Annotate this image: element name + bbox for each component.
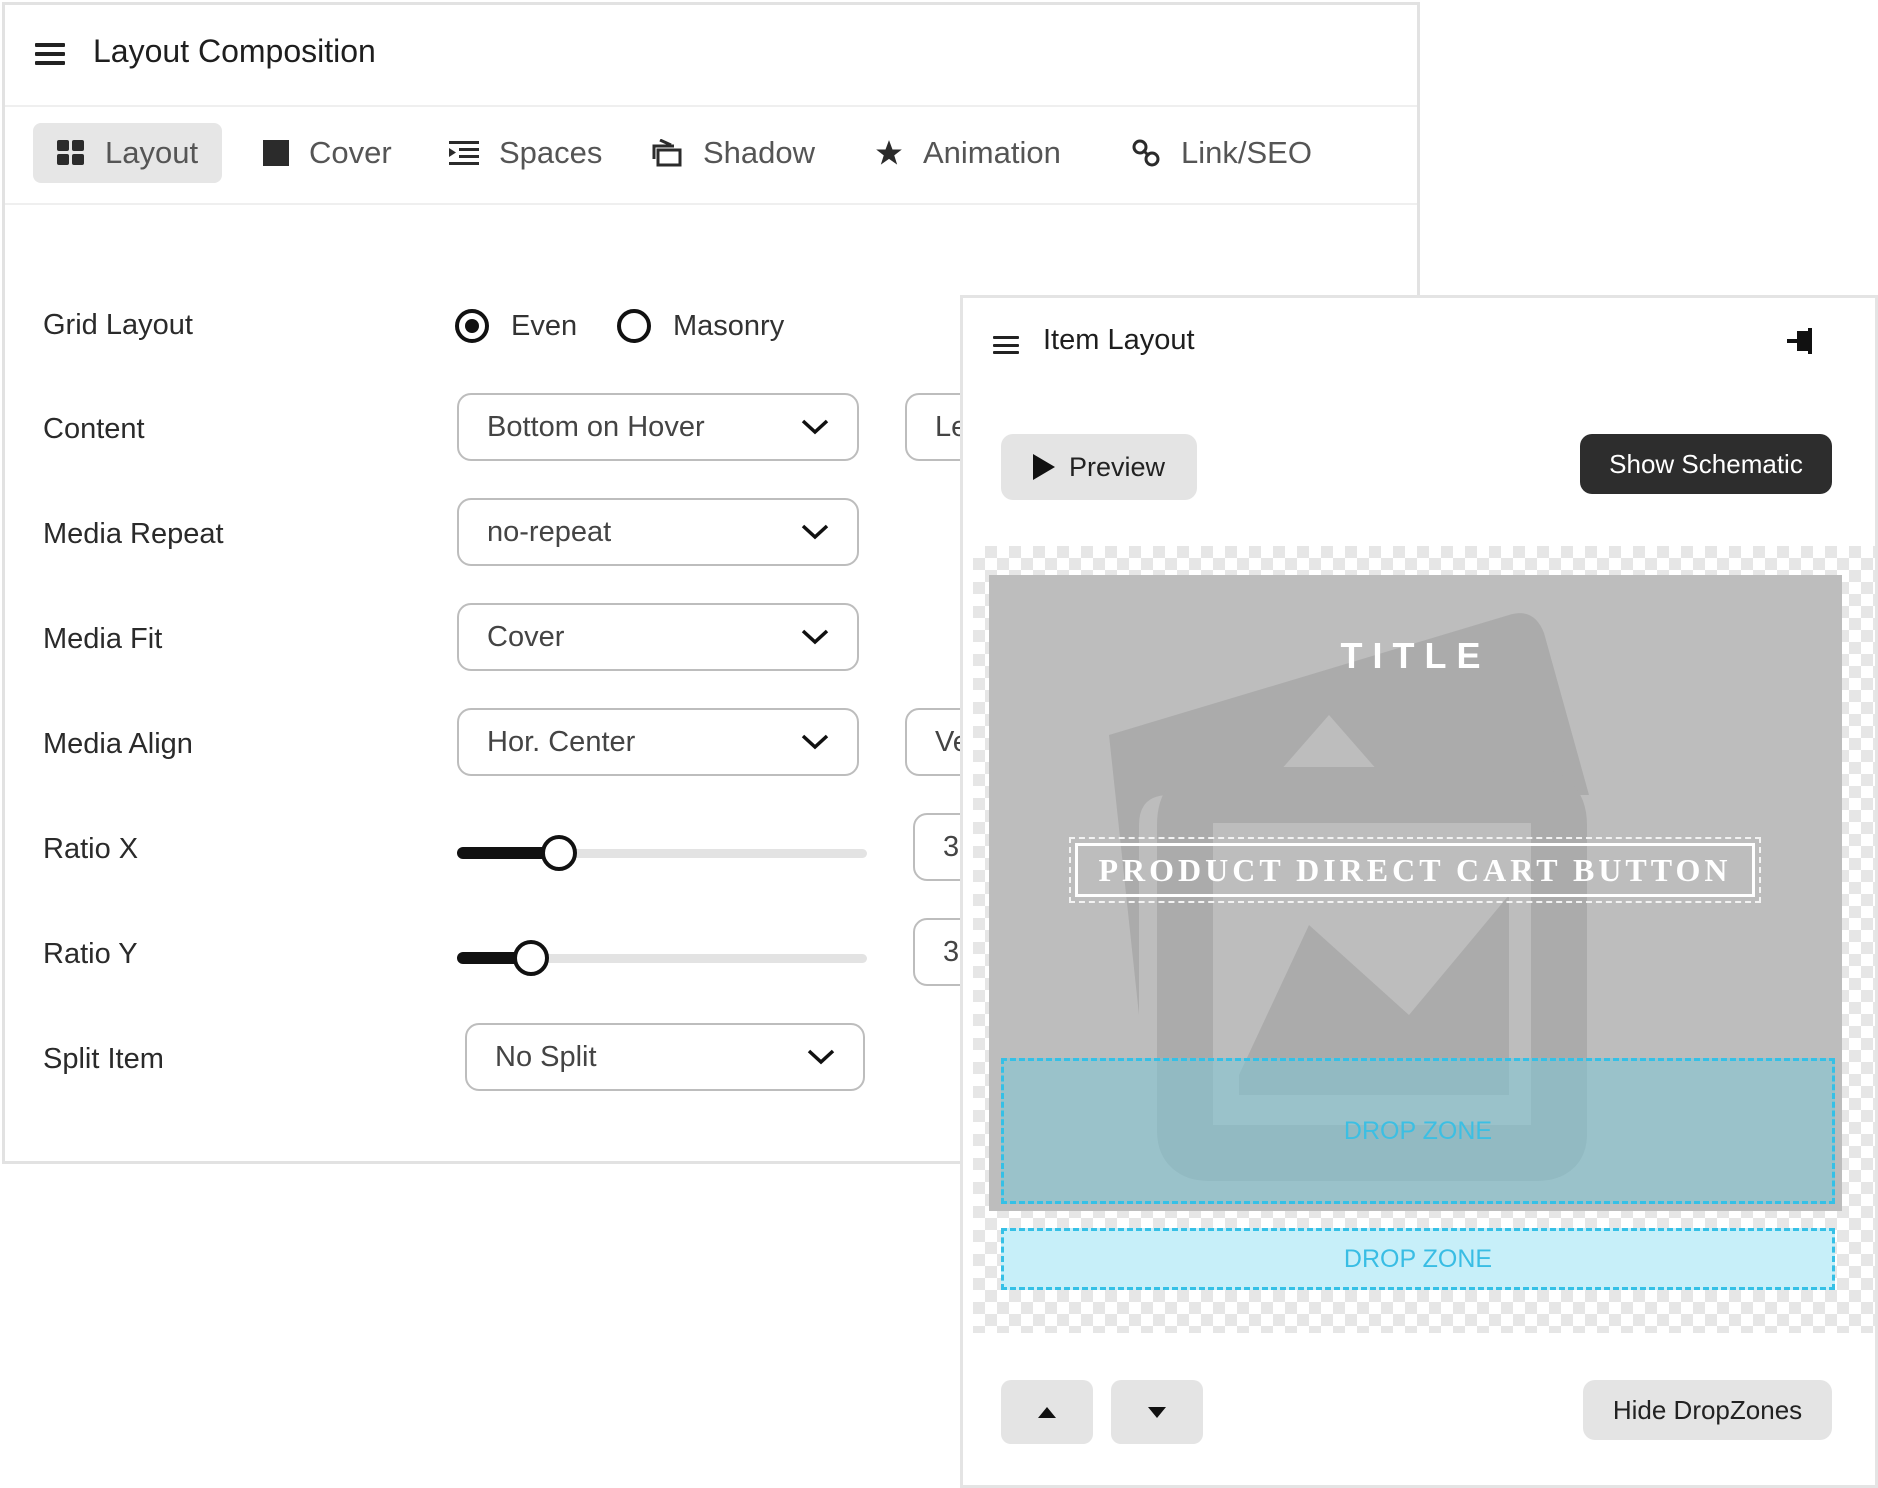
tab-spaces[interactable]: Spaces xyxy=(449,123,602,183)
radio-indicator xyxy=(617,309,651,343)
tab-label: Layout xyxy=(105,135,199,170)
select-value: no-repeat xyxy=(487,515,612,548)
slider-handle[interactable] xyxy=(513,940,549,976)
cart-button-text: PRODUCT DIRECT CART BUTTON xyxy=(1075,843,1755,897)
panel-header: Layout Composition xyxy=(5,5,1417,107)
tab-bar: Layout Cover Spaces Shadow Animation Lin… xyxy=(5,107,1417,205)
ratio-y-slider[interactable] xyxy=(457,940,867,976)
media-align-select[interactable]: Hor. Center xyxy=(457,708,859,776)
input-value: 3 xyxy=(943,831,960,863)
menu-icon[interactable] xyxy=(993,336,1019,354)
radio-indicator xyxy=(455,309,489,343)
chevron-down-icon xyxy=(807,1049,835,1065)
select-value: No Split xyxy=(495,1040,597,1073)
radio-label: Masonry xyxy=(673,309,785,342)
title-element[interactable]: TITLE xyxy=(989,635,1842,677)
show-schematic-button[interactable]: Show Schematic xyxy=(1580,434,1832,494)
indent-list-icon xyxy=(449,141,479,165)
item-layout-panel: Item Layout Preview Show Schematic TITLE… xyxy=(960,295,1878,1488)
move-down-button[interactable] xyxy=(1111,1380,1203,1444)
hide-dropzones-button[interactable]: Hide DropZones xyxy=(1583,1380,1832,1440)
media-fit-label: Media Fit xyxy=(43,623,163,655)
slider-handle[interactable] xyxy=(541,835,577,871)
drop-zone-inner[interactable]: DROP ZONE xyxy=(1001,1058,1835,1204)
input-value: 3 xyxy=(943,936,960,968)
tab-label: Spaces xyxy=(499,135,603,170)
play-icon xyxy=(1032,454,1055,480)
star-icon xyxy=(876,140,902,165)
ratio-y-label: Ratio Y xyxy=(43,938,138,970)
select-value: Cover xyxy=(487,620,565,653)
media-fit-select[interactable]: Cover xyxy=(457,603,859,671)
tab-label: Shadow xyxy=(703,135,816,170)
media-repeat-label: Media Repeat xyxy=(43,518,224,550)
chevron-down-icon xyxy=(801,734,829,750)
square-icon xyxy=(263,140,289,166)
content-select[interactable]: Bottom on Hover xyxy=(457,393,859,461)
media-repeat-select[interactable]: no-repeat xyxy=(457,498,859,566)
pin-icon[interactable] xyxy=(1787,328,1817,354)
link-icon xyxy=(1132,139,1160,167)
tab-link-seo[interactable]: Link/SEO xyxy=(1131,123,1312,183)
tab-label: Animation xyxy=(923,135,1061,170)
tab-label: Cover xyxy=(309,135,392,170)
grid-layout-label: Grid Layout xyxy=(43,309,193,341)
panel-title: Layout Composition xyxy=(93,33,376,69)
split-item-select[interactable]: No Split xyxy=(465,1023,865,1091)
product-cart-button-element[interactable]: PRODUCT DIRECT CART BUTTON xyxy=(1069,837,1761,903)
caret-up-icon xyxy=(1038,1406,1056,1418)
preview-label: Preview xyxy=(1068,451,1166,482)
grid-icon xyxy=(57,140,84,165)
select-value: Bottom on Hover xyxy=(487,410,705,443)
preview-button[interactable]: Preview xyxy=(1001,434,1197,500)
panel-title: Item Layout xyxy=(1043,324,1195,356)
tab-shadow[interactable]: Shadow xyxy=(651,123,815,183)
radio-masonry[interactable]: Masonry xyxy=(617,309,784,343)
content-label: Content xyxy=(43,413,145,445)
tab-label: Link/SEO xyxy=(1181,135,1312,170)
radio-even[interactable]: Even xyxy=(455,309,577,343)
tab-cover[interactable]: Cover xyxy=(263,123,392,183)
caret-down-icon xyxy=(1148,1406,1166,1418)
drop-zone-outer[interactable]: DROP ZONE xyxy=(1001,1228,1835,1290)
layers-icon xyxy=(652,139,682,167)
chevron-down-icon xyxy=(801,419,829,435)
radio-label: Even xyxy=(511,309,578,342)
media-align-label: Media Align xyxy=(43,728,193,760)
ratio-x-slider[interactable] xyxy=(457,835,867,871)
chevron-down-icon xyxy=(801,524,829,540)
select-value: Hor. Center xyxy=(487,725,636,758)
tab-animation[interactable]: Animation xyxy=(875,123,1061,183)
menu-icon[interactable] xyxy=(35,43,65,65)
split-item-label: Split Item xyxy=(43,1043,164,1075)
tab-layout[interactable]: Layout xyxy=(33,123,223,183)
chevron-down-icon xyxy=(801,629,829,645)
ratio-x-label: Ratio X xyxy=(43,833,139,865)
move-up-button[interactable] xyxy=(1001,1380,1093,1444)
